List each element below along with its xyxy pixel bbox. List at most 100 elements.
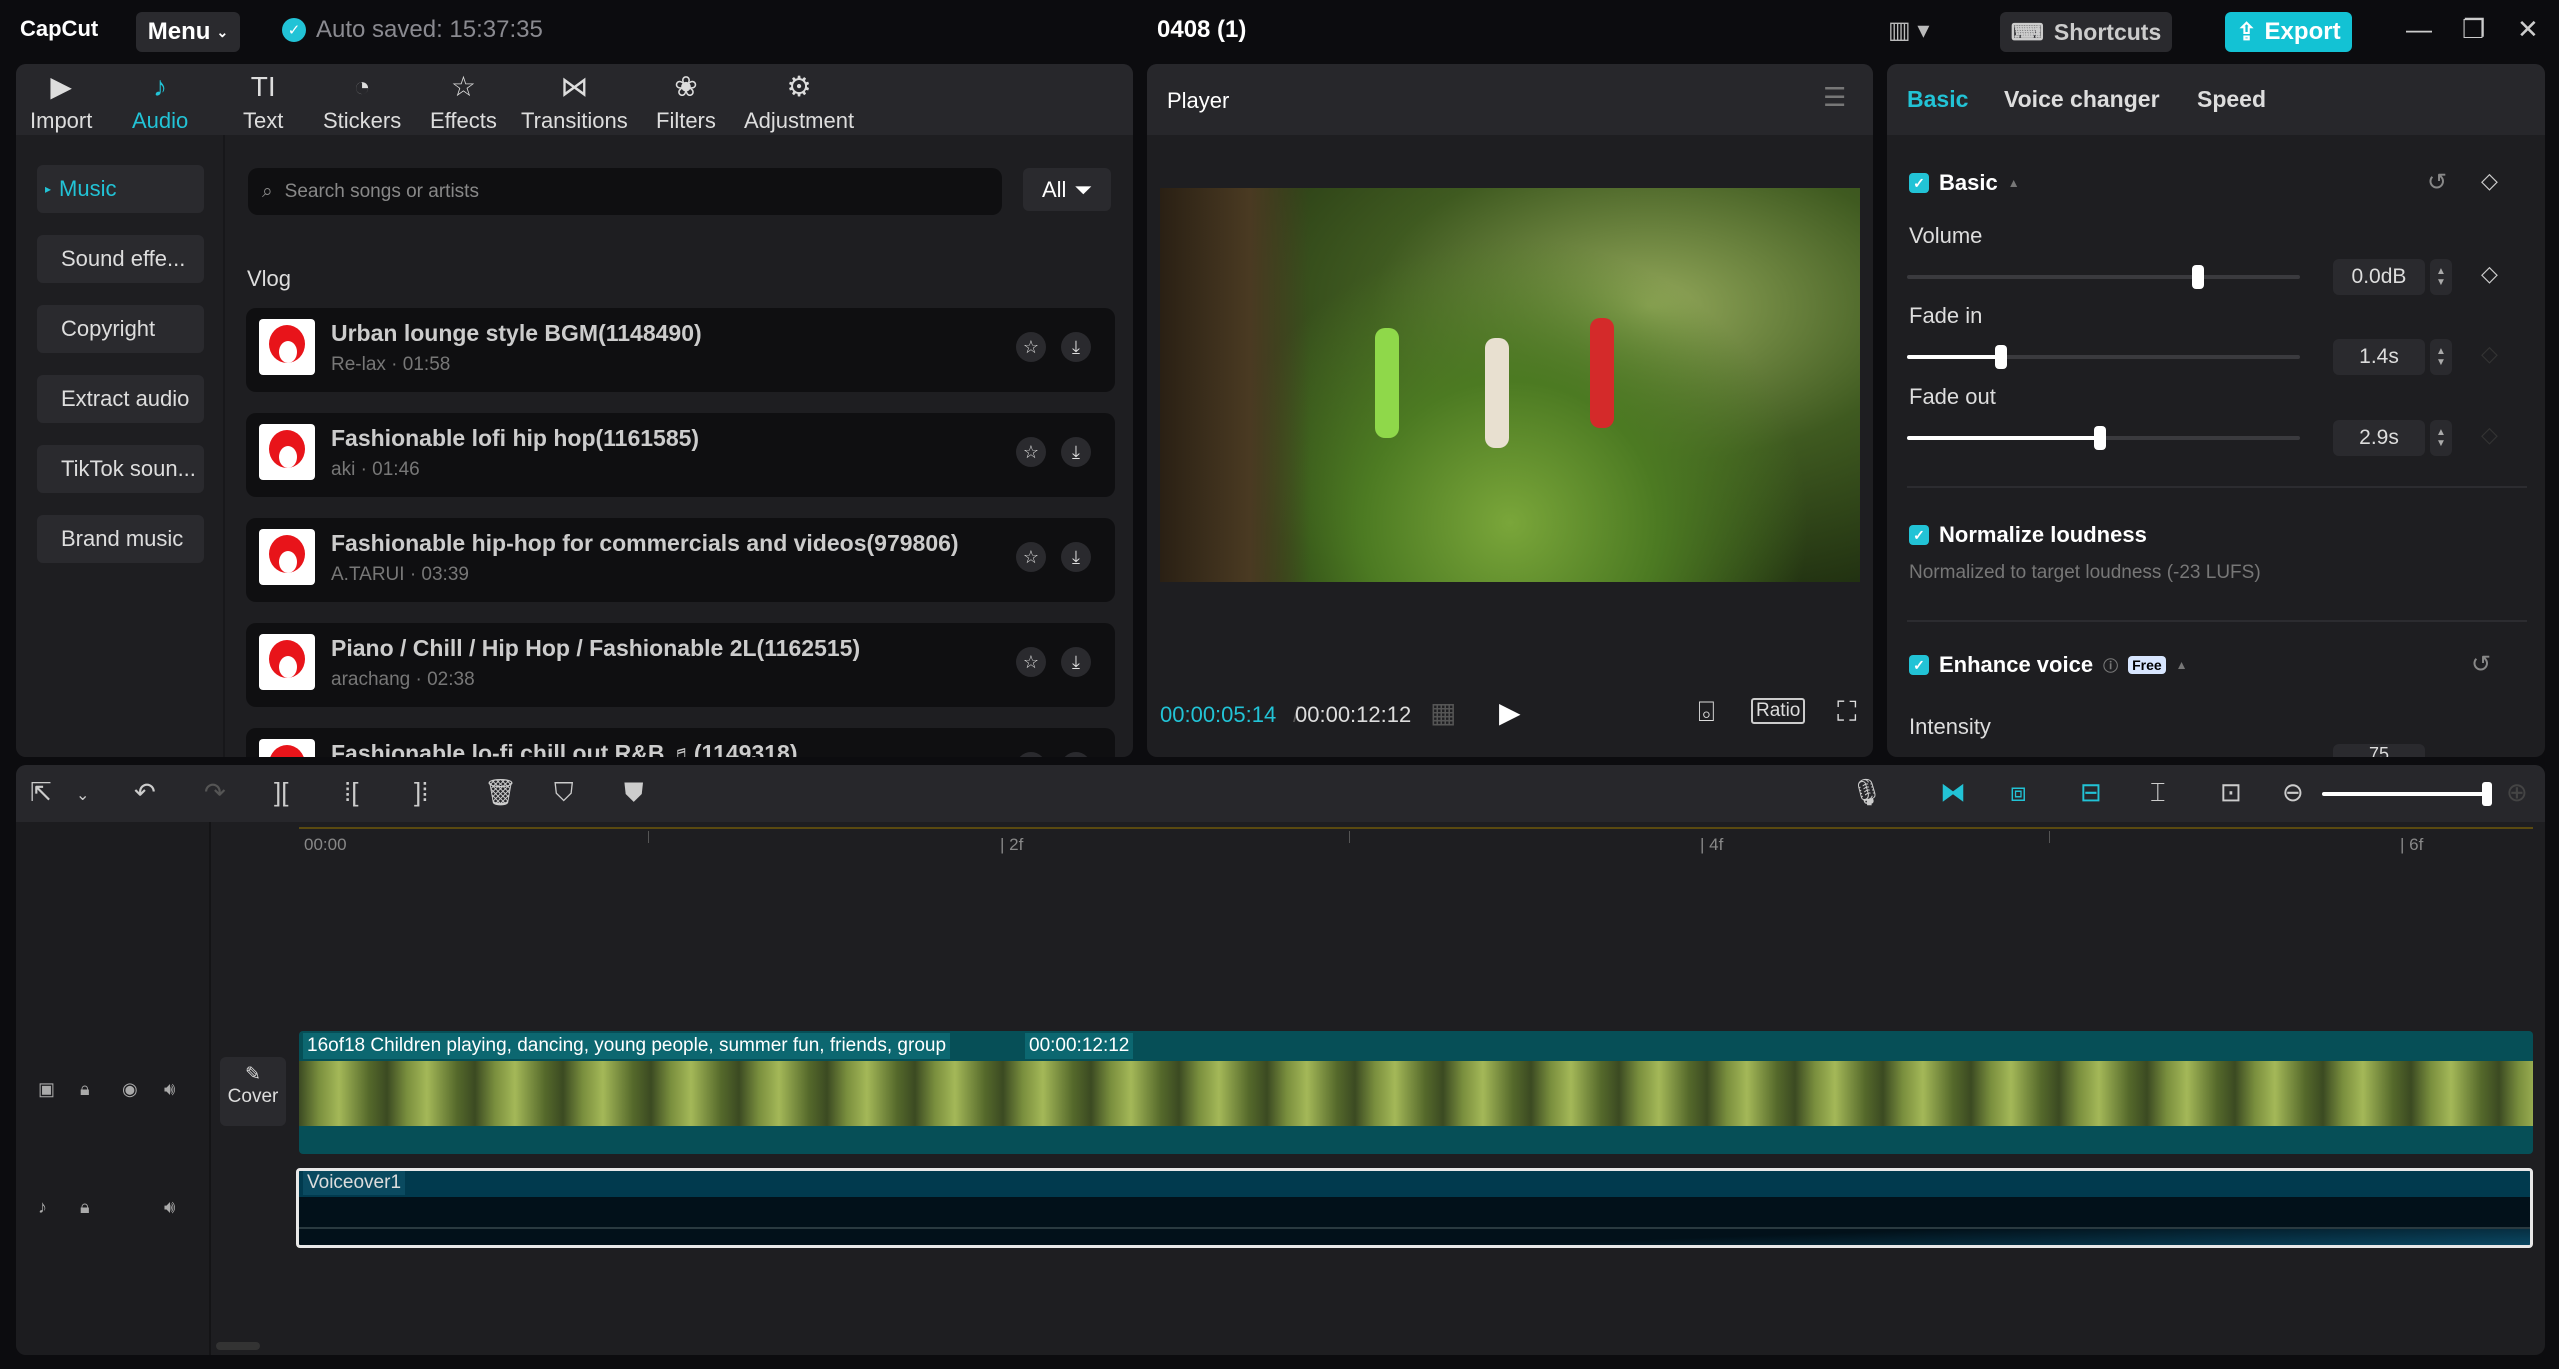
fade_out-slider[interactable]: [1907, 426, 2300, 450]
tab-voice-changer[interactable]: Voice changer: [2004, 86, 2160, 113]
filter-button[interactable]: All ⏷: [1023, 168, 1111, 211]
lock-icon[interactable]: 🔒︎: [80, 1079, 90, 1100]
download-icon[interactable]: ⤓: [1061, 752, 1091, 757]
video-preview[interactable]: [1160, 188, 1860, 582]
fade_out-value[interactable]: 2.9s: [2333, 420, 2425, 456]
category-music[interactable]: ▸ Music: [37, 165, 204, 213]
tab-effects[interactable]: ☆ Effects: [430, 70, 497, 134]
undo-icon[interactable]: ↶: [134, 777, 156, 808]
shortcuts-button[interactable]: ⌨ Shortcuts: [2000, 12, 2172, 52]
checkbox-icon[interactable]: ✓: [1909, 655, 1929, 675]
download-icon[interactable]: ⤓: [1061, 542, 1091, 572]
keyframe-icon[interactable]: ◇: [2481, 261, 2498, 287]
favorite-star-icon[interactable]: ☆: [1016, 542, 1046, 572]
zoom-out-icon[interactable]: ⊖: [2282, 777, 2304, 808]
download-icon[interactable]: ⤓: [1061, 647, 1091, 677]
restore-icon[interactable]: ❐: [2462, 14, 2485, 45]
keyframe-icon[interactable]: ◇: [2481, 168, 2498, 194]
eye-icon[interactable]: ◉: [122, 1079, 138, 1100]
video-clip[interactable]: 16of18 Children playing, dancing, young …: [299, 1031, 2533, 1154]
volume-stepper[interactable]: ▲ ▼: [2430, 259, 2452, 295]
marker-icon[interactable]: ⛉: [554, 777, 574, 809]
auto-snap-icon[interactable]: ⧈: [2010, 777, 2027, 809]
speaker-icon[interactable]: 🔊︎: [164, 1197, 175, 1218]
lock-icon[interactable]: 🔒︎: [80, 1197, 90, 1218]
tab-stickers[interactable]: ◔ Stickers: [323, 70, 401, 134]
close-icon[interactable]: ✕: [2517, 14, 2539, 45]
main-track-magnet-icon[interactable]: ⧓: [1940, 777, 1966, 808]
split-icon[interactable]: ][: [274, 777, 288, 808]
basic-section-header[interactable]: ✓ Basic ▲: [1909, 170, 2020, 196]
layout-icon[interactable]: ▥ ▾: [1888, 16, 1929, 45]
menu-icon[interactable]: ☰: [1823, 82, 1846, 113]
favorite-star-icon[interactable]: ☆: [1016, 437, 1046, 467]
category-copyright[interactable]: Copyright: [37, 305, 204, 353]
delete-icon[interactable]: 🗑︎: [484, 777, 517, 808]
download-icon[interactable]: ⤓: [1061, 332, 1091, 362]
chevron-down-icon[interactable]: ⌄: [76, 785, 89, 805]
tab-transitions[interactable]: ⋈ Transitions: [521, 70, 628, 134]
tab-text[interactable]: TI Text: [243, 70, 283, 134]
help-icon[interactable]: ⓘ: [2103, 655, 2118, 676]
slider-handle[interactable]: [1995, 345, 2008, 369]
tab-import[interactable]: ▶ Import: [30, 70, 92, 134]
delete-left-icon[interactable]: ⁞[: [344, 777, 358, 808]
favorite-star-icon[interactable]: ☆: [1016, 647, 1046, 677]
song-item[interactable]: Fashionable hip-hop for commercials and …: [246, 518, 1115, 602]
slider-handle[interactable]: [2093, 426, 2106, 450]
song-item[interactable]: Urban lounge style BGM(1148490) Re-lax ·…: [246, 308, 1115, 392]
zoom-slider[interactable]: [2322, 782, 2492, 806]
linkage-icon[interactable]: ⊟: [2080, 777, 2102, 808]
enhance-voice-header[interactable]: ✓ Enhance voice ⓘ Free ▲: [1909, 652, 2188, 678]
category-tiktok-sounds[interactable]: TikTok soun...: [37, 445, 204, 493]
song-item[interactable]: Piano / Chill / Hip Hop / Fashionable 2L…: [246, 623, 1115, 707]
timecode-grid-icon[interactable]: ▦: [1430, 696, 1456, 729]
category-extract-audio[interactable]: Extract audio: [37, 375, 204, 423]
fade_in-slider[interactable]: [1907, 345, 2300, 369]
redo-icon[interactable]: ↷: [204, 777, 226, 808]
zoom-slider-handle[interactable]: [2482, 782, 2492, 806]
export-button[interactable]: ⇪ Export: [2225, 12, 2352, 52]
zoom-in-icon[interactable]: ⊕: [2506, 777, 2528, 808]
fade_out-stepper[interactable]: ▲ ▼: [2430, 420, 2452, 456]
intensity-value[interactable]: 75: [2333, 744, 2425, 757]
checkbox-icon[interactable]: ✓: [1909, 525, 1929, 545]
category-brand-music[interactable]: Brand music: [37, 515, 204, 563]
horizontal-scrollbar[interactable]: [216, 1342, 260, 1350]
microphone-icon[interactable]: 🎙︎: [1850, 777, 1883, 808]
audio-clip[interactable]: Voiceover1: [296, 1168, 2533, 1248]
ratio-button[interactable]: Ratio: [1751, 698, 1806, 724]
delete-right-icon[interactable]: ]⁞: [414, 777, 428, 808]
checkbox-icon[interactable]: ✓: [1909, 173, 1929, 193]
song-item[interactable]: Fashionable lofi hip hop(1161585) aki · …: [246, 413, 1115, 497]
speaker-icon[interactable]: 🔊︎: [164, 1079, 175, 1100]
tab-audio[interactable]: ♪ Audio: [132, 70, 188, 134]
play-icon[interactable]: ▶: [1499, 696, 1521, 729]
fade_in-stepper[interactable]: ▲ ▼: [2430, 339, 2452, 375]
cover-button[interactable]: ✎ Cover: [220, 1057, 286, 1126]
volume-value[interactable]: 0.0dB: [2333, 259, 2425, 295]
minimize-icon[interactable]: —: [2406, 14, 2432, 45]
search-input[interactable]: ⌕ Search songs or artists: [248, 168, 1002, 215]
fullscreen-icon[interactable]: ⛶: [1837, 696, 1857, 729]
tab-basic[interactable]: Basic: [1907, 86, 1968, 113]
reset-icon[interactable]: ↺: [2471, 650, 2491, 679]
menu-button[interactable]: Menu ⌄: [136, 12, 240, 52]
favorite-star-icon[interactable]: ☆: [1016, 332, 1046, 362]
slider-handle[interactable]: [2191, 265, 2204, 289]
fade_in-value[interactable]: 1.4s: [2333, 339, 2425, 375]
keyframe-icon[interactable]: ◇: [2481, 422, 2498, 448]
shield-icon[interactable]: ⛊: [624, 777, 644, 809]
reset-icon[interactable]: ↺: [2427, 168, 2447, 197]
tab-filters[interactable]: ❀ Filters: [656, 70, 716, 134]
preview-axis-icon[interactable]: ⌶: [2150, 777, 2166, 809]
normalize-loudness-header[interactable]: ✓ Normalize loudness: [1909, 522, 2147, 548]
tab-speed[interactable]: Speed: [2197, 86, 2266, 113]
tab-adjustment[interactable]: ⚙ Adjustment: [744, 70, 854, 134]
favorite-star-icon[interactable]: ☆: [1016, 752, 1046, 757]
download-icon[interactable]: ⤓: [1061, 437, 1091, 467]
screenshot-icon[interactable]: ⌻: [1698, 696, 1715, 729]
category-sound-effects[interactable]: Sound effe...: [37, 235, 204, 283]
keyframe-icon[interactable]: ◇: [2481, 341, 2498, 367]
volume-slider[interactable]: [1907, 265, 2300, 289]
